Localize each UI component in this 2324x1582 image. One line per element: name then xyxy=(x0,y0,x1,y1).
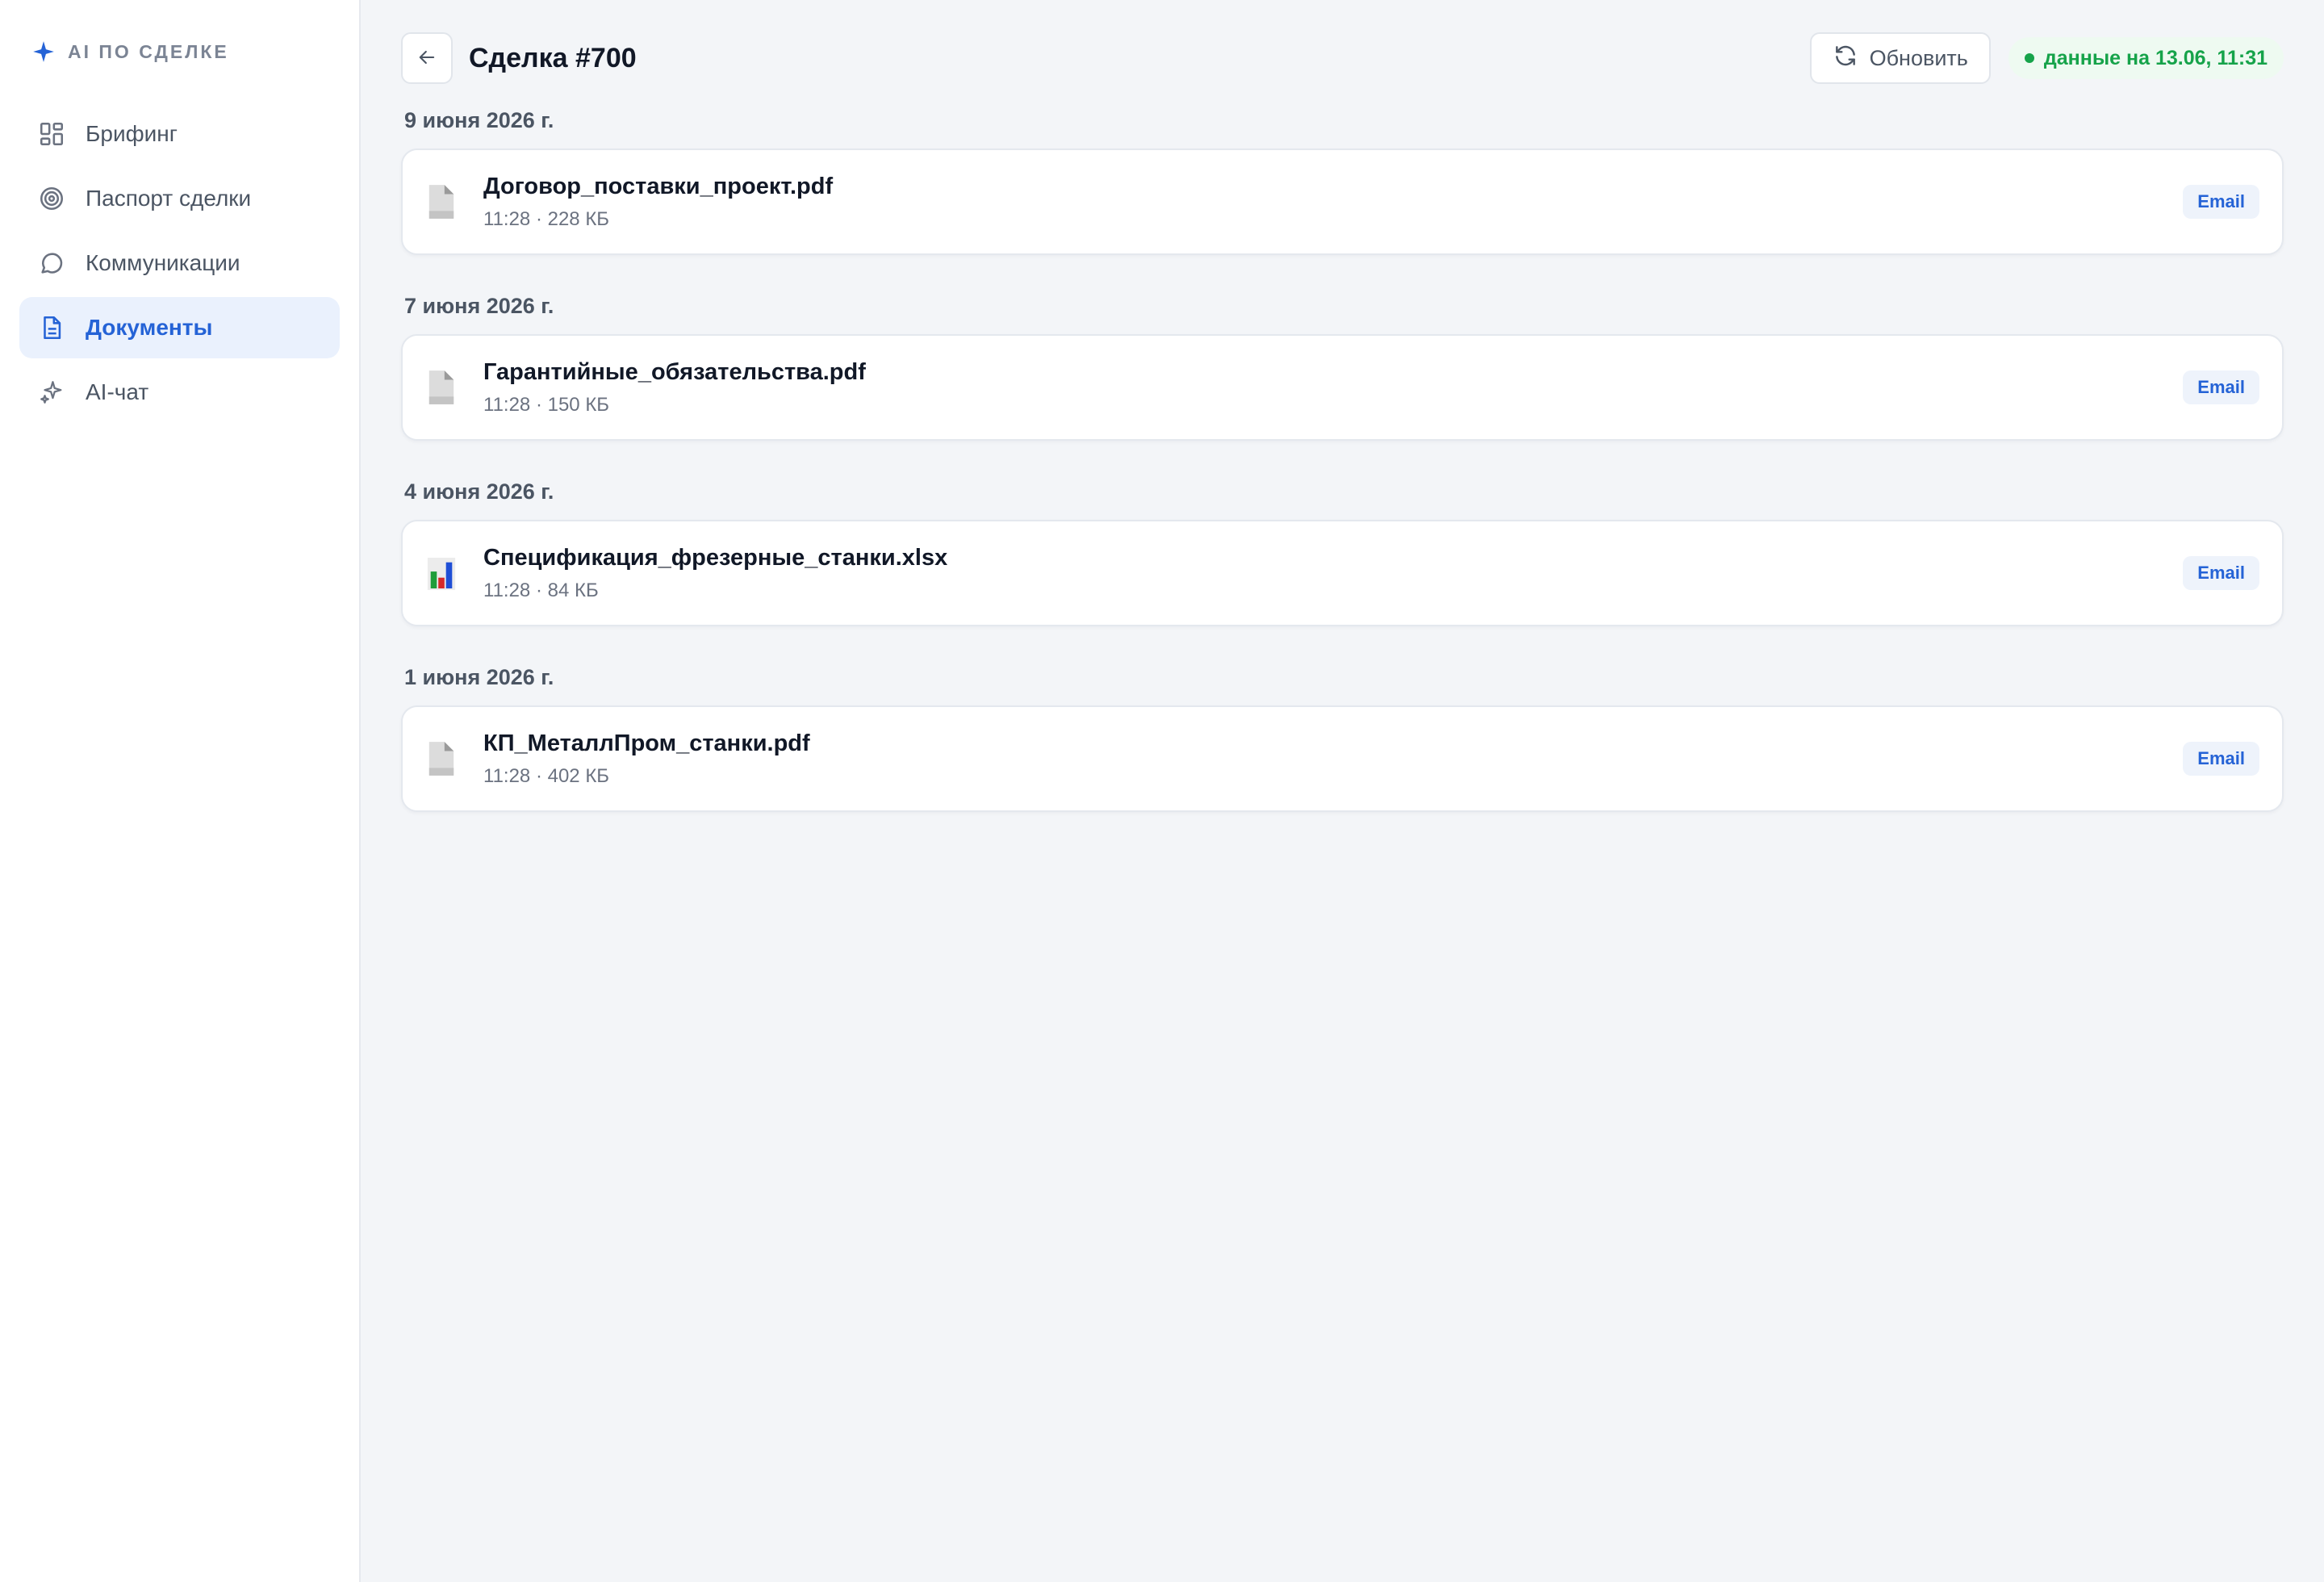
sidebar-item-label: AI-чат xyxy=(86,379,149,404)
status-dot-icon xyxy=(2024,53,2034,63)
document-name: Договор_поставки_проект.pdf xyxy=(483,173,834,199)
sparkle-icon xyxy=(32,40,55,63)
document-icon xyxy=(37,313,66,342)
spreadsheet-chart-icon xyxy=(425,554,458,592)
source-tag[interactable]: Email xyxy=(2183,370,2259,404)
page-title: Сделка #700 xyxy=(469,42,637,73)
sidebar: AI ПО СДЕЛКЕ Брифинг Паспорт сделки Комм… xyxy=(0,0,361,1582)
document-name: Гарантийные_обязательства.pdf xyxy=(483,358,866,385)
documents-list: 9 июня 2026 г. Договор_поставки_проект.p… xyxy=(401,108,2284,812)
pdf-file-icon xyxy=(425,368,458,407)
source-tag[interactable]: Email xyxy=(2183,185,2259,219)
document-meta: 11:28 · 150 КБ xyxy=(483,393,610,416)
sidebar-item-documents[interactable]: Документы xyxy=(19,297,340,358)
brand: AI ПО СДЕЛКЕ xyxy=(19,0,340,103)
group-date: 1 июня 2026 г. xyxy=(404,665,554,689)
brand-label: AI ПО СДЕЛКЕ xyxy=(68,40,229,62)
date-group: 1 июня 2026 г. КП_МеталлПром_станки.pdf … xyxy=(401,665,2284,812)
sidebar-item-ai-chat[interactable]: AI-чат xyxy=(19,362,340,423)
sparkle-icon xyxy=(37,378,66,407)
document-name: Спецификация_фрезерные_станки.xlsx xyxy=(483,544,948,571)
document-card[interactable]: КП_МеталлПром_станки.pdf 11:28 · 402 КБ … xyxy=(401,705,2284,812)
refresh-button[interactable]: Обновить xyxy=(1809,32,1991,84)
pdf-file-icon xyxy=(425,739,458,778)
date-group: 4 июня 2026 г. Спецификация_фрезерные_ст… xyxy=(401,479,2284,626)
app: AI ПО СДЕЛКЕ Брифинг Паспорт сделки Комм… xyxy=(0,0,2324,1582)
grid-icon xyxy=(37,119,66,149)
status-badge: данные на 13.06, 11:31 xyxy=(2008,37,2284,79)
document-meta: 11:28 · 228 КБ xyxy=(483,207,610,230)
back-button[interactable] xyxy=(401,32,453,84)
sidebar-item-briefing[interactable]: Брифинг xyxy=(19,103,340,165)
status-text: данные на 13.06, 11:31 xyxy=(2043,46,2268,69)
pdf-file-icon xyxy=(425,182,458,221)
document-name: КП_МеталлПром_станки.pdf xyxy=(483,730,810,756)
main-content: Сделка #700 Обновить данные на 13.06, 11… xyxy=(361,0,2324,1582)
target-icon xyxy=(37,184,66,213)
chat-bubble-icon xyxy=(37,249,66,278)
sidebar-item-label: Документы xyxy=(86,315,213,340)
refresh-icon xyxy=(1833,43,1858,74)
document-meta: 11:28 · 402 КБ xyxy=(483,764,610,787)
sidebar-item-label: Паспорт сделки xyxy=(86,186,252,211)
date-group: 7 июня 2026 г. Гарантийные_обязательства… xyxy=(401,294,2284,441)
document-card[interactable]: Спецификация_фрезерные_станки.xlsx 11:28… xyxy=(401,520,2284,626)
date-group: 9 июня 2026 г. Договор_поставки_проект.p… xyxy=(401,108,2284,255)
group-date: 9 июня 2026 г. xyxy=(404,108,554,132)
source-tag[interactable]: Email xyxy=(2183,742,2259,776)
arrow-left-icon xyxy=(416,46,438,71)
sidebar-item-communications[interactable]: Коммуникации xyxy=(19,232,340,294)
document-card[interactable]: Договор_поставки_проект.pdf 11:28 · 228 … xyxy=(401,149,2284,255)
page-header: Сделка #700 Обновить данные на 13.06, 11… xyxy=(401,32,2284,84)
group-date: 4 июня 2026 г. xyxy=(404,479,554,504)
source-tag[interactable]: Email xyxy=(2183,556,2259,590)
document-card[interactable]: Гарантийные_обязательства.pdf 11:28 · 15… xyxy=(401,334,2284,441)
sidebar-item-label: Брифинг xyxy=(86,121,178,146)
document-meta: 11:28 · 84 КБ xyxy=(483,579,599,601)
sidebar-nav: Брифинг Паспорт сделки Коммуникации Доку… xyxy=(19,103,340,423)
sidebar-item-passport[interactable]: Паспорт сделки xyxy=(19,168,340,229)
sidebar-item-label: Коммуникации xyxy=(86,250,240,275)
refresh-label: Обновить xyxy=(1869,45,1968,70)
group-date: 7 июня 2026 г. xyxy=(404,294,554,318)
